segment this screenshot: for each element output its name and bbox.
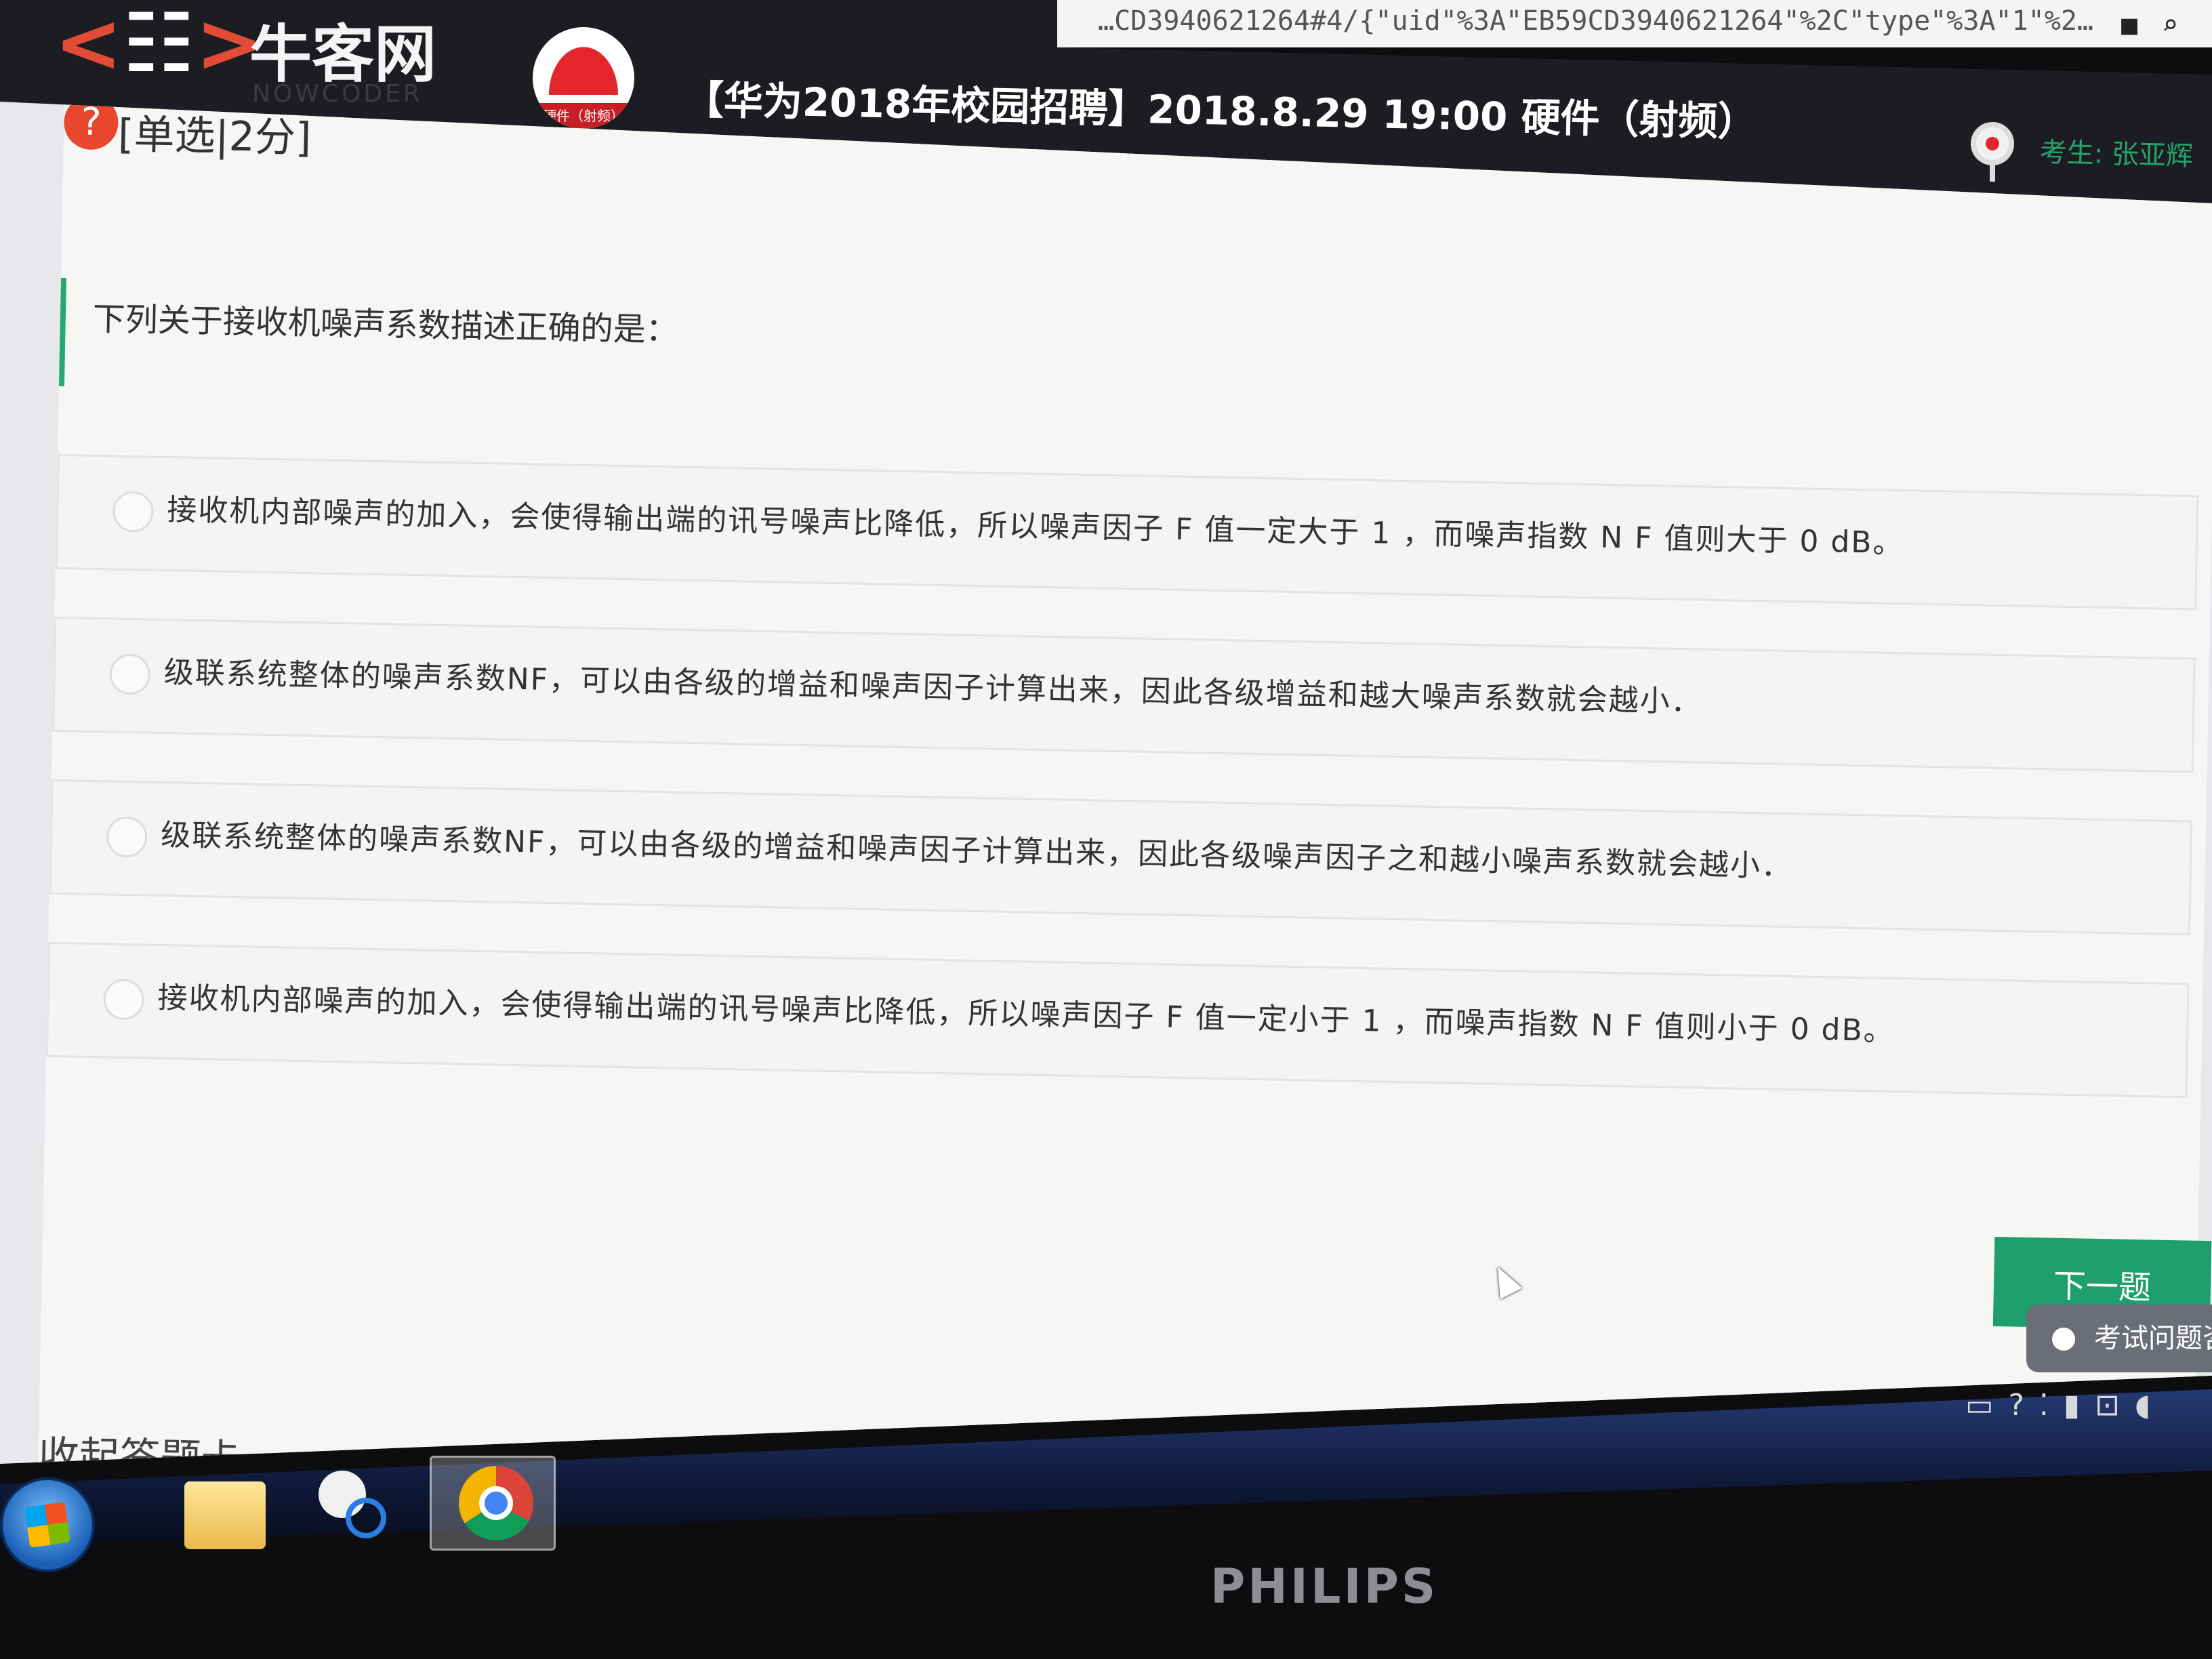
option-a[interactable]: 接收机内部噪声的加入，会使得输出端的讯号噪声比降低，所以噪声因子 F 值一定大于… [55, 453, 2199, 611]
chrome-taskbar-button[interactable] [430, 1456, 556, 1551]
company-logo-caption: 硬件（射频） [533, 103, 634, 129]
exam-help-button[interactable]: 考试问题咨 [2026, 1305, 2212, 1372]
option-b[interactable]: 级联系统整体的噪声系数NF，可以由各级的增益和噪声因子计算出来，因此各级增益和越… [52, 616, 2196, 773]
option-c[interactable]: 级联系统整体的噪声系数NF，可以由各级的增益和噪声因子计算出来，因此各级噪声因子… [49, 779, 2193, 936]
address-bar[interactable]: …CD3940621264#4/{"uid"%3A"EB59CD39406212… [1057, 0, 2212, 47]
candidate-name[interactable]: 考生: 张亚辉 [2039, 130, 2194, 173]
exam-page: ? [单选|2分] 下列关于接收机噪声系数描述正确的是： 接收机内部噪声的加入，… [0, 102, 2212, 1464]
camera-icon[interactable]: ■ [2121, 4, 2137, 46]
nowcoder-logo-icon[interactable]: <☷> [54, 0, 264, 102]
radio-button[interactable] [106, 816, 148, 858]
option-text: 级联系统整体的噪声系数NF，可以由各级的增益和噪声因子计算出来，因此各级增益和越… [163, 655, 1703, 720]
start-button[interactable] [0, 1477, 95, 1572]
monitor-brand: PHILIPS [1210, 1559, 1439, 1614]
radio-button[interactable] [103, 979, 145, 1021]
site-subtitle: NOWCODER [252, 80, 423, 108]
system-tray[interactable]: ▭?⁚▮⊡◖ [1965, 1388, 2165, 1422]
radio-button[interactable] [112, 491, 154, 533]
chrome-icon [459, 1466, 533, 1540]
chat-icon [2052, 1328, 2075, 1351]
option-text: 接收机内部噪声的加入，会使得输出端的讯号噪声比降低，所以噪声因子 F 值一定大于… [166, 493, 1904, 561]
exam-title: 【华为2018年校园招聘】2018.8.29 19:00 硬件（射频） [684, 77, 1758, 146]
search-icon[interactable]: ⌕ [2162, 4, 2178, 46]
option-text: 级联系统整体的噪声系数NF，可以由各级的增益和噪声因子计算出来，因此各级噪声因子… [160, 817, 1793, 884]
question-stem: 下列关于接收机噪声系数描述正确的是： [58, 277, 679, 398]
url-text: …CD3940621264#4/{"uid"%3A"EB59CD39406212… [1098, 5, 2094, 37]
mouse-cursor-icon [1486, 1261, 1523, 1299]
file-explorer-icon[interactable] [184, 1481, 266, 1549]
option-d[interactable]: 接收机内部噪声的加入，会使得输出端的讯号噪声比降低，所以噪声因子 F 值一定小于… [45, 941, 2190, 1099]
radio-button[interactable] [109, 653, 151, 695]
snipping-tool-icon[interactable] [319, 1471, 393, 1545]
option-text: 接收机内部噪声的加入，会使得输出端的讯号噪声比降低，所以噪声因子 F 值一定小于… [157, 980, 1896, 1049]
windows-logo-icon [24, 1502, 70, 1548]
help-label: 考试问题咨 [2094, 1323, 2212, 1354]
huawei-logo-icon: 硬件（射频） [533, 27, 634, 129]
question-panel: ? [单选|2分] 下列关于接收机噪声系数描述正确的是： 接收机内部噪声的加入，… [37, 102, 2212, 1464]
webcam-icon [1971, 122, 2014, 182]
